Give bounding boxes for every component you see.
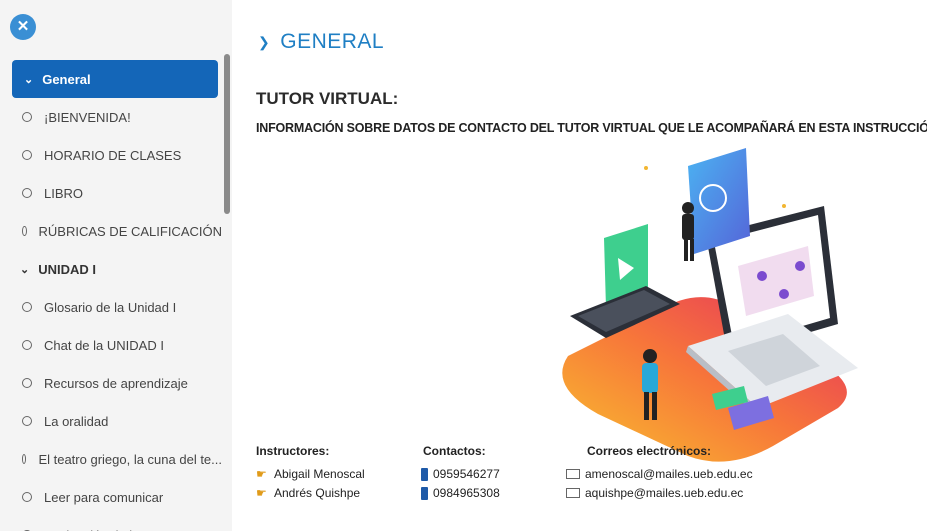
sidebar-section-unidad[interactable]: ⌄ UNIDAD I [0,250,222,288]
sidebar-item-label: Recursos de aprendizaje [44,375,188,391]
instructor-phone: 0984965308 [421,486,500,500]
sidebar-item-label: HORARIO DE CLASES [44,147,182,163]
sidebar-item-label: Leer para comunicar [44,489,164,505]
tutor-subtitle: INFORMACIÓN SOBRE DATOS DE CONTACTO DEL … [256,121,927,135]
circle-icon [22,378,32,388]
sidebar-item[interactable]: ⌄ General [12,60,218,98]
sidebar-item[interactable]: Glosario de la Unidad I [0,288,222,326]
virtual-tutor-illustration [562,148,858,462]
sidebar-item-label: LIBRO [44,185,84,201]
sidebar-item[interactable]: El teatro griego, la cuna del te... [0,440,222,478]
instructor-name: ☛ Abigail Menoscal [256,467,365,481]
chevron-down-icon: ⌄ [24,73,34,86]
instructor-email[interactable]: aquishpe@mailes.ueb.edu.ec [566,486,743,500]
sidebar-item-label: El teatro griego, la cuna del te... [38,451,222,467]
close-sidebar-button[interactable]: ✕ [10,14,36,40]
sidebar-item[interactable]: HORARIO DE CLASES [0,136,222,174]
course-sidebar: ✕ ⌄ General ¡BIENVENIDA! HORARIO DE CLASES L… [0,0,232,531]
circle-icon [22,112,32,122]
tutor-title: TUTOR VIRTUAL: [256,89,399,108]
sidebar-item[interactable]: Recursos de aprendizaje [0,364,222,402]
sidebar-item[interactable]: La oralidad [0,402,222,440]
close-icon: ✕ [16,18,30,35]
chevron-down-icon: ⌄ [20,263,30,276]
phone-icon [421,486,428,500]
mail-icon [566,488,580,498]
instructors-header: Instructores: [256,444,330,458]
sidebar-item[interactable]: Leer para comunicar [0,478,222,516]
sidebar-item-label: Evaluación de la UNIDAD I [44,528,200,531]
sidebar-item-label: ¡BIENVENIDA! [44,109,131,125]
main-content: ❯ GENERAL TUTOR VIRTUAL: INFORMACIÓN SOB… [256,0,927,531]
chevron-down-icon: ❯ [258,33,271,50]
instructor-name: ☛ Andrés Quishpe [256,486,361,500]
circle-icon [22,188,32,198]
phone-icon [421,467,428,481]
sidebar-scrollbar[interactable] [224,54,230,214]
sidebar-item[interactable]: RÚBRICAS DE CALIFICACIÓN [0,212,222,250]
course-index: ⌄ General ¡BIENVENIDA! HORARIO DE CLASES LIB… [0,60,222,531]
sidebar-item-label: Chat de la UNIDAD I [44,337,164,353]
sidebar-item-label: General [42,71,91,87]
sidebar-item[interactable]: ¡BIENVENIDA! [0,98,222,136]
sidebar-item[interactable]: Chat de la UNIDAD I [0,326,222,364]
sidebar-item-label: RÚBRICAS DE CALIFICACIÓN [38,223,222,239]
instructor-email[interactable]: amenoscal@mailes.ueb.edu.ec [566,467,753,481]
circle-icon [22,226,27,236]
section-header[interactable]: ❯ GENERAL [258,30,384,54]
pointing-hand-icon: ☛ [256,467,267,481]
circle-icon [22,150,32,160]
phones-header: Contactos: [423,444,486,458]
circle-icon [22,416,32,426]
sidebar-item[interactable]: LIBRO [0,174,222,212]
sidebar-item-label: UNIDAD I [38,261,96,277]
mail-icon [566,469,580,479]
section-title: GENERAL [280,30,385,53]
sidebar-item[interactable]: Evaluación de la UNIDAD I [0,516,222,531]
pointing-hand-icon: ☛ [256,486,267,500]
circle-icon [22,454,27,464]
emails-header: Correos electrónicos: [587,444,712,458]
instructor-phone: 0959546277 [421,467,500,481]
sidebar-item-label: La oralidad [44,413,109,429]
circle-icon [22,302,32,312]
circle-icon [22,492,32,502]
sidebar-item-label: Glosario de la Unidad I [44,299,177,315]
circle-icon [22,340,32,350]
